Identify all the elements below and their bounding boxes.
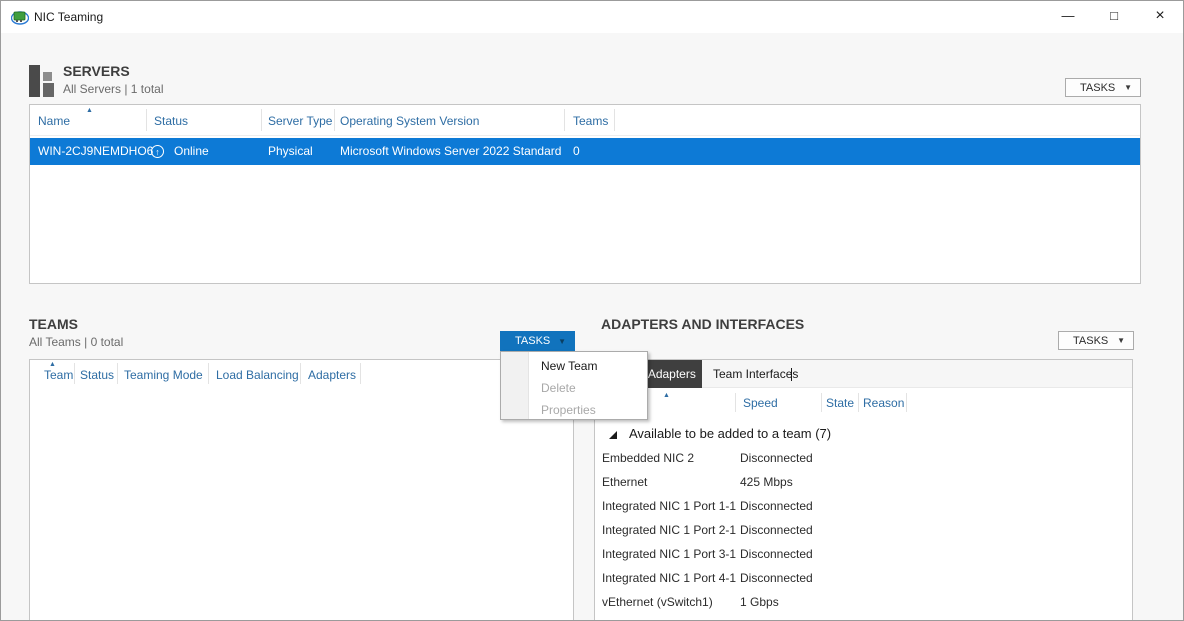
teams-col-team[interactable]: Team (44, 368, 73, 382)
group-expanded-icon[interactable] (609, 431, 617, 439)
servers-tasks-button[interactable]: TASKS ▼ (1065, 78, 1141, 97)
sort-ascending-icon: ▲ (663, 392, 670, 399)
nic-teaming-app-icon (11, 9, 29, 25)
minimize-button[interactable]: — (1045, 1, 1091, 33)
adapter-row[interactable]: Integrated NIC 1 Port 4-1 Disconnected (595, 566, 1132, 590)
servers-col-status[interactable]: Status (154, 114, 188, 128)
adapter-row[interactable]: Integrated NIC 1 Port 1-1 Disconnected (595, 494, 1132, 518)
menu-item-delete: Delete (501, 377, 647, 399)
menu-item-new-team[interactable]: New Team (501, 355, 647, 377)
menu-item-properties: Properties (501, 399, 647, 421)
adapters-tasks-button[interactable]: TASKS ▼ (1058, 331, 1134, 350)
maximize-button[interactable]: □ (1091, 1, 1137, 33)
adapter-name: vEthernet (vSwitch1) (602, 590, 713, 614)
server-row-selected[interactable]: WIN-2CJ9NEMDHO6 ↑ Online Physical Micros… (30, 138, 1140, 165)
sort-ascending-icon: ▲ (49, 361, 56, 368)
adapter-name: Integrated NIC 1 Port 2-1 (602, 518, 736, 542)
close-button[interactable]: × (1137, 1, 1183, 33)
servers-table: Name Status Server Type Operating System… (29, 104, 1141, 284)
adapter-speed: Disconnected (740, 566, 813, 590)
adapters-tasks-label: TASKS (1073, 335, 1108, 347)
adapter-row[interactable]: Embedded NIC 2 Disconnected (595, 446, 1132, 470)
adapter-name: Integrated NIC 1 Port 3-1 (602, 542, 736, 566)
adapter-row[interactable]: Ethernet 425 Mbps (595, 470, 1132, 494)
title-bar: NIC Teaming — □ × (1, 1, 1183, 33)
server-type: Physical (268, 138, 313, 165)
teams-tasks-menu: New Team Delete Properties (500, 351, 648, 420)
nic-teaming-window: NIC Teaming — □ × SERVERS All Servers | … (0, 0, 1184, 621)
adapter-name: Embedded NIC 2 (602, 446, 694, 470)
teams-col-status[interactable]: Status (80, 368, 114, 382)
adapters-panel: Network Adapters Team Interfaces ▲ Speed… (594, 359, 1133, 621)
chevron-down-icon: ▼ (558, 337, 566, 346)
adapters-tabstrip: Network Adapters Team Interfaces (595, 360, 1132, 388)
teams-tasks-label: TASKS (515, 335, 550, 347)
adapter-name: Integrated NIC 1 Port 4-1 (602, 566, 736, 590)
adapter-row[interactable]: vEthernet (vSwitch1) 1 Gbps (595, 590, 1132, 614)
servers-tile-icon (29, 65, 55, 97)
servers-col-name[interactable]: Name (38, 114, 70, 128)
adapter-name: Integrated NIC 1 Port 1-1 (602, 494, 736, 518)
adapter-speed: Disconnected (740, 542, 813, 566)
adapter-name: Ethernet (602, 470, 647, 494)
server-status: Online (174, 138, 209, 165)
adapters-section-title: ADAPTERS AND INTERFACES (601, 316, 804, 332)
servers-col-teams[interactable]: Teams (573, 114, 608, 128)
servers-col-server-type[interactable]: Server Type (268, 114, 332, 128)
adapter-speed: Disconnected (740, 446, 813, 470)
server-os-version: Microsoft Windows Server 2022 Standard (340, 138, 561, 165)
teams-col-load-balancing[interactable]: Load Balancing (216, 368, 299, 382)
teams-col-teaming-mode[interactable]: Teaming Mode (124, 368, 203, 382)
adapter-speed: 1 Gbps (740, 590, 779, 614)
online-up-arrow-icon: ↑ (151, 145, 164, 158)
window-title: NIC Teaming (34, 1, 103, 33)
teams-tasks-button[interactable]: TASKS ▼ (500, 331, 575, 351)
teams-section-subtitle: All Teams | 0 total (29, 335, 123, 349)
adapters-col-state[interactable]: State (826, 396, 854, 410)
adapter-row[interactable]: Integrated NIC 1 Port 3-1 Disconnected (595, 542, 1132, 566)
adapter-speed: 425 Mbps (740, 470, 793, 494)
teams-section-title: TEAMS (29, 316, 78, 332)
chevron-down-icon: ▼ (1124, 83, 1132, 92)
tab-divider (791, 368, 792, 381)
teams-col-adapters[interactable]: Adapters (308, 368, 356, 382)
sort-ascending-icon: ▲ (86, 107, 93, 114)
servers-section-subtitle: All Servers | 1 total (63, 82, 164, 96)
server-teams-count: 0 (573, 138, 580, 165)
servers-col-os-version[interactable]: Operating System Version (340, 114, 479, 128)
chevron-down-icon: ▼ (1117, 336, 1125, 345)
adapter-speed: Disconnected (740, 518, 813, 542)
servers-tasks-label: TASKS (1080, 82, 1115, 94)
adapter-speed: Disconnected (740, 494, 813, 518)
adapters-col-reason[interactable]: Reason (863, 396, 904, 410)
servers-section-title: SERVERS (63, 63, 130, 79)
adapter-row[interactable]: Integrated NIC 1 Port 2-1 Disconnected (595, 518, 1132, 542)
teams-table: Team Status Teaming Mode Load Balancing … (29, 359, 574, 621)
adapters-col-speed[interactable]: Speed (743, 396, 778, 410)
adapter-group-label[interactable]: Available to be added to a team (7) (629, 426, 831, 441)
server-name: WIN-2CJ9NEMDHO6 (38, 138, 153, 165)
